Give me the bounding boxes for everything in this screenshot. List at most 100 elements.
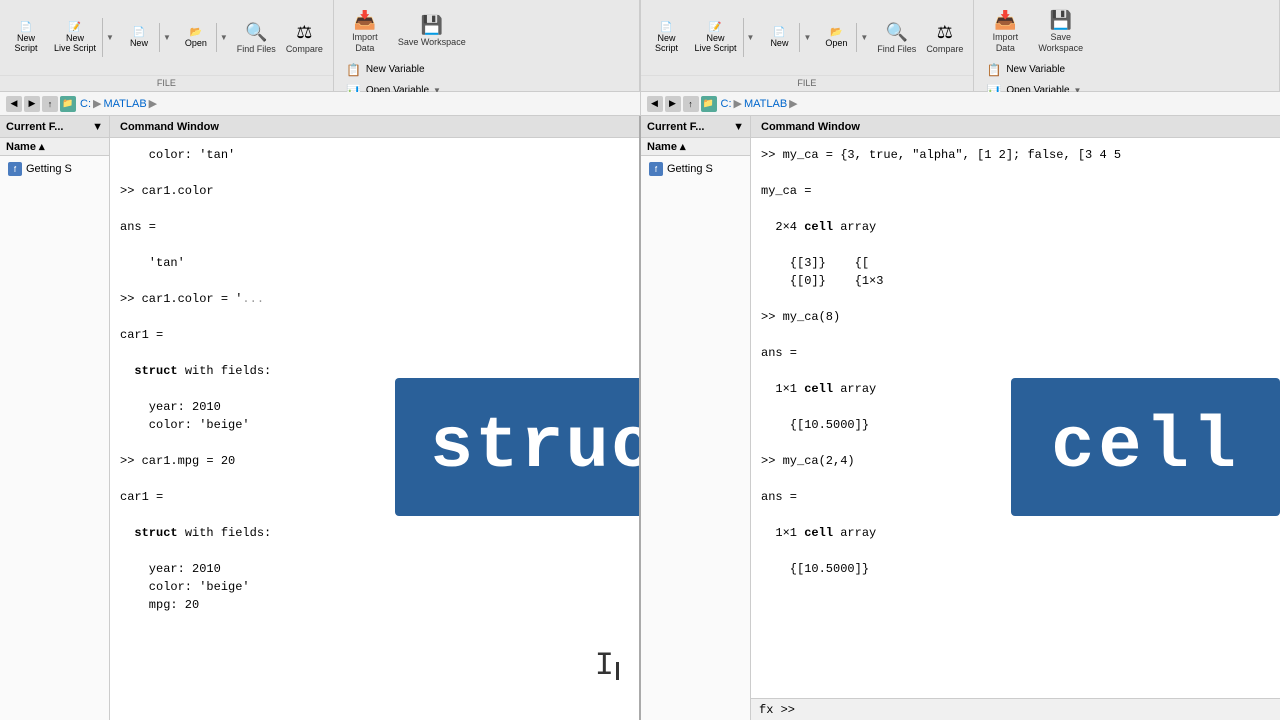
new-script-button[interactable]: 📄 NewScript — [6, 18, 46, 57]
import-data-button-right[interactable]: 📥 ImportData — [980, 6, 1030, 56]
save-workspace-button-left[interactable]: 💾 Save Workspace — [394, 6, 470, 56]
breadcrumb-nav-right: ◀ ▶ ↑ 📁 — [647, 96, 717, 112]
new-live-script-button-right[interactable]: 📝 NewLive Script — [689, 18, 743, 57]
open-button-right[interactable]: 📂 Open — [816, 23, 856, 52]
find-files-button-left[interactable]: 🔍 Find Files — [233, 18, 280, 57]
compare-button-right[interactable]: ⚖ Compare — [922, 18, 967, 57]
forward-button-right[interactable]: ▶ — [665, 96, 681, 112]
new-other-group: 📄 New ▼ — [119, 23, 174, 52]
new-other-dropdown[interactable]: ▼ — [159, 23, 174, 52]
compare-label: Compare — [286, 44, 323, 55]
main-area: Current F... ▼ Name ▴ f Getting S Comman… — [0, 116, 1280, 720]
sidebar-title-right: Current F... — [647, 121, 704, 133]
sidebar-header-left: Current F... ▼ — [0, 116, 109, 138]
panel-right: Current F... ▼ Name ▴ f Getting S Comman… — [641, 116, 1280, 720]
cmd-title-left: Command Window — [120, 121, 219, 133]
breadcrumb-matlab-left[interactable]: MATLAB — [103, 98, 146, 110]
new-variable-label-left: New Variable — [366, 64, 425, 75]
save-workspace-label-right: SaveWorkspace — [1038, 32, 1083, 54]
file-section-right: 📄 NewScript 📝 NewLive Script ▼ 📄 New — [641, 0, 975, 91]
new-live-script-group: 📝 NewLive Script ▼ — [48, 18, 117, 57]
breadcrumb-nav-left: ◀ ▶ ↑ 📁 — [6, 96, 76, 112]
new-script-icon-right: 📄 — [660, 22, 672, 33]
find-files-icon: 🔍 — [244, 20, 268, 44]
open-label: Open — [185, 38, 207, 48]
open-button[interactable]: 📂 Open — [176, 23, 216, 52]
new-other-button[interactable]: 📄 New — [119, 23, 159, 52]
sidebar-dropdown-right[interactable]: ▼ — [733, 121, 744, 133]
cmd-content-left[interactable]: struct color: 'tan' >> car1.color ans = … — [110, 138, 639, 720]
up-button-left[interactable]: ↑ — [42, 96, 58, 112]
back-button-left[interactable]: ◀ — [6, 96, 22, 112]
new-other-label: New — [130, 38, 148, 48]
breadcrumb-path-right: C: ▶ MATLAB ▶ — [721, 97, 798, 110]
cmd-content-right[interactable]: cell >> my_ca = {3, true, "alpha", [1 2]… — [751, 138, 1280, 720]
back-button-right[interactable]: ◀ — [647, 96, 663, 112]
file-buttons-right: 📄 NewScript 📝 NewLive Script ▼ 📄 New — [641, 0, 974, 75]
folder-icon-right: 📁 — [701, 96, 717, 112]
fx-label: fx >> — [759, 701, 795, 719]
open-group-right: 📂 Open ▼ — [816, 23, 871, 52]
overlay-struct: struct — [395, 378, 639, 516]
sidebar-item-right-0[interactable]: f Getting S — [645, 160, 746, 178]
new-variable-icon-right: 📋 — [986, 62, 1002, 78]
find-files-icon-right: 🔍 — [885, 20, 909, 44]
sidebar-col-header-left: Name ▴ — [0, 138, 109, 156]
open-dropdown-right[interactable]: ▼ — [856, 23, 871, 52]
sidebar-right: Current F... ▼ Name ▴ f Getting S — [641, 116, 751, 720]
toolbar-left: 📄 NewScript 📝 NewLive Script ▼ 📄 — [0, 0, 641, 91]
new-live-script-label: NewLive Script — [54, 33, 96, 53]
sidebar-dropdown-left[interactable]: ▼ — [92, 121, 103, 133]
new-live-script-dropdown-right[interactable]: ▼ — [743, 18, 758, 57]
new-other-label-right: New — [770, 38, 788, 48]
import-icon: 📥 — [353, 8, 377, 32]
new-live-script-dropdown[interactable]: ▼ — [102, 18, 117, 57]
new-live-script-icon: 📝 — [69, 22, 81, 33]
variable-section-left: 📥 ImportData 💾 Save Workspace 📋 New Vari… — [334, 0, 640, 91]
toolbar: 📄 NewScript 📝 NewLive Script ▼ 📄 — [0, 0, 1280, 92]
file-label-left: FILE — [0, 75, 333, 91]
new-live-script-icon-right: 📝 — [709, 22, 721, 33]
find-files-label-right: Find Files — [877, 44, 916, 55]
sidebar-item-left-0[interactable]: f Getting S — [4, 160, 105, 178]
new-script-button-right[interactable]: 📄 NewScript — [647, 18, 687, 57]
breadcrumb-right: ◀ ▶ ↑ 📁 C: ▶ MATLAB ▶ — [641, 92, 1280, 115]
breadcrumb-c-right[interactable]: C: — [721, 98, 732, 110]
breadcrumb-path-left: C: ▶ MATLAB ▶ — [80, 97, 157, 110]
fx-bar: fx >> — [751, 698, 1280, 720]
cursor-indicator: I — [595, 642, 619, 690]
variable-section-right: 📥 ImportData 💾 SaveWorkspace 📋 New Varia… — [974, 0, 1280, 91]
cmd-title-right: Command Window — [761, 121, 860, 133]
sidebar-left: Current F... ▼ Name ▴ f Getting S — [0, 116, 110, 720]
open-icon: 📂 — [190, 27, 202, 38]
cmd-header-left: Command Window — [110, 116, 639, 138]
new-other-button-right[interactable]: 📄 New — [759, 23, 799, 52]
breadcrumb-matlab-right[interactable]: MATLAB — [744, 98, 787, 110]
find-files-button-right[interactable]: 🔍 Find Files — [873, 18, 920, 57]
new-other-group-right: 📄 New ▼ — [759, 23, 814, 52]
breadcrumb-left: ◀ ▶ ↑ 📁 C: ▶ MATLAB ▶ — [0, 92, 641, 115]
compare-button-left[interactable]: ⚖ Compare — [282, 18, 327, 57]
new-script-group: 📄 NewScript — [6, 18, 46, 57]
save-icon-right: 💾 — [1049, 8, 1073, 32]
import-label: ImportData — [352, 32, 378, 54]
breadcrumb-bar: ◀ ▶ ↑ 📁 C: ▶ MATLAB ▶ ◀ ▶ ↑ 📁 C: ▶ MATLA… — [0, 92, 1280, 116]
new-variable-button-right[interactable]: 📋 New Variable — [980, 60, 1100, 80]
new-other-icon-right: 📄 — [773, 27, 785, 38]
new-other-dropdown-right[interactable]: ▼ — [799, 23, 814, 52]
sidebar-content-right: f Getting S — [641, 156, 750, 720]
panel-left: Current F... ▼ Name ▴ f Getting S Comman… — [0, 116, 641, 720]
file-icon-right: f — [649, 162, 663, 176]
overlay-cell: cell — [1011, 378, 1280, 516]
forward-button-left[interactable]: ▶ — [24, 96, 40, 112]
save-workspace-button-right[interactable]: 💾 SaveWorkspace — [1034, 6, 1087, 56]
breadcrumb-c-left[interactable]: C: — [80, 98, 91, 110]
open-dropdown[interactable]: ▼ — [216, 23, 231, 52]
sidebar-header-right: Current F... ▼ — [641, 116, 750, 138]
open-icon-right: 📂 — [830, 27, 842, 38]
compare-icon: ⚖ — [292, 20, 316, 44]
new-variable-button-left[interactable]: 📋 New Variable — [340, 60, 460, 80]
new-live-script-button[interactable]: 📝 NewLive Script — [48, 18, 102, 57]
import-data-button[interactable]: 📥 ImportData — [340, 6, 390, 56]
up-button-right[interactable]: ↑ — [683, 96, 699, 112]
